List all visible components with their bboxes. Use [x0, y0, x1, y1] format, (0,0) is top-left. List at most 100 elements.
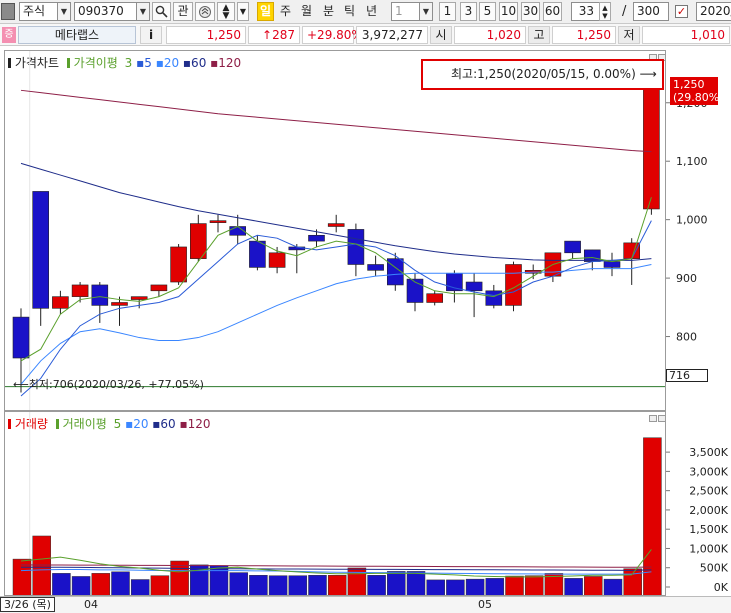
stock-name: 메타랩스 [54, 28, 100, 42]
volume-bar [52, 573, 71, 595]
stock-name-field[interactable]: 메타랩스 [18, 26, 136, 44]
volume-bar [111, 571, 130, 595]
stock-type-label: 증 [4, 29, 14, 40]
volume-axis-tick: 500K [700, 562, 729, 575]
price-candle [52, 290, 69, 315]
volume-bar [406, 571, 426, 595]
period-monthly-label: 월 [300, 4, 313, 18]
volume-bar [584, 576, 603, 595]
total-count-field[interactable]: 300 [633, 2, 669, 21]
prev-next-stock-button[interactable]: ▲ ▼ [217, 2, 235, 21]
unit-dropdown-icon[interactable]: ▼ [419, 2, 433, 21]
price-axis-tick: 1,100 [676, 155, 708, 168]
price-change: ↑287 [248, 26, 300, 44]
unit-select-value: 1 [395, 4, 403, 18]
price-axis-tick: 1,000 [676, 214, 708, 227]
period-monthly-button[interactable]: 월 [298, 2, 315, 21]
volume-bar [564, 578, 583, 595]
open-label-text: 시 [435, 28, 447, 42]
period-daily-label: 일 [259, 4, 272, 18]
high-price-annotation: 최고:1,250(2020/05/15, 0.00%) ⟶ [421, 59, 664, 90]
open-price: 1,020 [454, 26, 526, 44]
period-minute-label: 분 [322, 4, 335, 18]
watchlist-button-label: 관 [177, 4, 189, 18]
low-note-arrow: ⟵ [13, 378, 29, 391]
search-button[interactable] [152, 2, 171, 21]
volume-bar [485, 578, 505, 595]
price-candle [32, 191, 50, 326]
volume-bar [603, 578, 623, 595]
high-label-text: 고 [533, 28, 545, 42]
link-button[interactable] [195, 2, 215, 21]
volume-bar [71, 576, 91, 595]
volume-axis-tick: 2,500K [689, 485, 728, 498]
volume-bar [367, 575, 386, 595]
stock-code-value: 090370 [78, 4, 124, 18]
volume-bar [91, 573, 111, 595]
date-axis-month-april: 04 [84, 598, 98, 611]
market-select-label: 주식 [23, 4, 46, 18]
volume-axis-tick: 3,500K [689, 446, 728, 459]
date-axis-start-label: 3/26 (목) [4, 598, 51, 611]
date-input[interactable]: 2020/ [696, 2, 731, 21]
high-price-note: 최고:1,250(2020/05/15, 0.00%) [451, 67, 636, 81]
low-price-note: 최저:706(2020/03/26, +77.05%) [28, 378, 204, 391]
price-chart-plot [5, 51, 665, 410]
price-ma5-line [20, 220, 652, 397]
price-ma20-line [20, 264, 652, 385]
volume-chart-pane[interactable]: 거래량 거래이평 5 ▪20 ▪60 ▪120 [4, 411, 666, 596]
period-year-button[interactable]: 년 [363, 2, 380, 21]
volume-axis-tick: 2,000K [689, 504, 728, 517]
price-candle [91, 282, 109, 323]
price-change-pct-value: +29.80% [307, 28, 363, 42]
market-dropdown-icon[interactable]: ▼ [57, 2, 71, 21]
price-candle [603, 252, 621, 277]
period-daily-button[interactable]: 일 [257, 2, 274, 21]
volume-pane-maximize-icon[interactable] [649, 415, 657, 422]
price-candle [367, 255, 384, 277]
volume-axis-tick: 3,000K [689, 465, 728, 478]
date-lock-checkbox[interactable]: ✓ [675, 5, 688, 18]
unit-button-5[interactable]: 5 [479, 2, 496, 21]
current-price-tag-value: 1,250 [673, 78, 705, 91]
low-price: 1,010 [642, 26, 730, 44]
period-tick-label: 틱 [343, 4, 356, 18]
current-price: 1,250 [166, 26, 246, 44]
link-icon [199, 6, 211, 18]
period-minute-button[interactable]: 분 [320, 2, 337, 21]
period-year-label: 년 [365, 4, 378, 18]
price-candle [209, 214, 227, 233]
trade-volume: 3,972,277 [356, 26, 428, 44]
volume-bar [170, 560, 189, 595]
volume-bar [446, 579, 465, 595]
settings-icon[interactable] [1, 3, 15, 20]
price-candle [426, 290, 444, 306]
volume-bar [130, 579, 150, 595]
volume-axis-tick: 1,500K [689, 523, 728, 536]
volume-axis-tick: 1,000K [689, 542, 728, 555]
info-button[interactable]: i [140, 26, 162, 44]
unit-button-3[interactable]: 3 [460, 2, 477, 21]
unit-button-60[interactable]: 60 [543, 2, 562, 21]
unit-button-10[interactable]: 10 [499, 2, 518, 21]
date-axis: 3/26 (목) 04 05 [0, 596, 731, 613]
price-candle [505, 261, 522, 312]
volume-bar [268, 575, 288, 595]
unit-button-30[interactable]: 30 [521, 2, 540, 21]
price-candle [288, 244, 306, 274]
volume-bar [327, 575, 347, 595]
quote-info-bar: 증 메타랩스 i 1,250 ↑287 +29.80% 3,972,277 시 … [0, 24, 731, 46]
price-candle [327, 214, 345, 233]
period-weekly-button[interactable]: 주 [277, 2, 294, 21]
volume-pane-close-icon[interactable] [658, 415, 665, 422]
watchlist-button[interactable]: 관 [173, 2, 193, 21]
period-tick-button[interactable]: 틱 [341, 2, 358, 21]
volume-chart-plot [12, 412, 662, 595]
unit-button-1[interactable]: 1 [439, 2, 456, 21]
count-stepper[interactable]: ▲ ▼ [599, 2, 611, 21]
stock-code-dropdown-icon[interactable]: ▼ [136, 2, 150, 21]
volume-bar [505, 575, 524, 595]
price-chart-pane[interactable]: 가격차트 가격이평 3 ▪5 ▪20 ▪60 ▪120 최고:1,250(202… [4, 50, 666, 411]
stock-list-dropdown[interactable]: ▼ [237, 2, 249, 21]
info-button-label: i [148, 28, 154, 42]
